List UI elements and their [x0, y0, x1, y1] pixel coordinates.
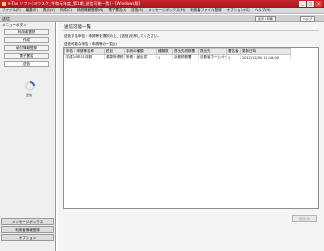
send-button[interactable]: 送信(S): [292, 215, 317, 222]
table-row[interactable]: 平成24年11月期 源泉所得税 申請・届出書 1 京都税務署 法務省ホームページ…: [64, 54, 291, 60]
menu-user-file[interactable]: 利用者ファイル登録: [190, 8, 222, 13]
menu-options[interactable]: オプション(O): [227, 8, 250, 13]
main-panel: 送信可能一覧 送信する申告・申請等を選択の上、[送信]を押してください。 送信可…: [58, 22, 324, 251]
sidebar-header: メニューボタン: [2, 23, 27, 27]
menu-signature[interactable]: 電子署名(I): [108, 8, 126, 13]
menu-create[interactable]: 作成(C): [60, 8, 72, 13]
sidebar-item-create[interactable]: 作成: [4, 37, 49, 43]
section-bar: 送信 表示 / 印刷 ヘルプ: [0, 15, 324, 22]
app-icon: [2, 2, 6, 6]
menu-send[interactable]: 送信(S): [131, 8, 143, 13]
instruction-text: 送信する申告・申請等を選択の上、[送信]を押してください。: [64, 34, 162, 38]
table-cell: 京都税務署: [172, 54, 199, 60]
table-cell: 法務省ホームページ: [198, 54, 227, 60]
table-cell: 平成24年11月期: [64, 54, 105, 60]
maximize-button[interactable]: □: [307, 1, 314, 7]
menu-bar: ファイル(F) 編集(E) 表示(V) 作成(C) 納税情報登録(N) 電子署名…: [0, 8, 324, 14]
options-button[interactable]: オプション: [1, 234, 54, 241]
sidebar-item-signature[interactable]: 電子署名: [4, 53, 49, 59]
table-cell: 1: [226, 54, 241, 60]
user-info-button[interactable]: 利用者情報登録: [1, 226, 54, 233]
column-header[interactable]: 署名者: [226, 48, 241, 55]
sidebar-item-user-select[interactable]: 利用者選択: [4, 29, 49, 35]
close-button[interactable]: ×: [315, 1, 322, 7]
title-bar: e-Tax ソフト(ヨウスケ_令和元年度_第1期_送信可能一覧) - [Wind…: [0, 0, 324, 8]
menu-file[interactable]: ファイル(F): [2, 8, 21, 13]
column-header[interactable]: 提出先税務署: [172, 48, 199, 55]
sidebar: メニューボタン 利用者選択 作成 納付情報登録 電子署名 送信 送信 メッセージ…: [0, 22, 56, 251]
window-controls: _ □ ×: [299, 1, 322, 7]
sidebar-item-payment[interactable]: 納付情報登録: [4, 45, 49, 51]
table-cell: 申請・届出書: [124, 54, 157, 60]
title-divider: [63, 30, 319, 31]
window-title: e-Tax ソフト(ヨウスケ_令和元年度_第1期_送信可能一覧) - [Wind…: [8, 1, 141, 6]
messagebox-button[interactable]: メッセージボックス: [1, 218, 54, 225]
minimize-button[interactable]: _: [299, 1, 306, 7]
table-cell: 2012/12/05 11:16:00: [240, 54, 291, 60]
menu-view[interactable]: 表示(V): [43, 8, 55, 13]
table-cell: 1: [156, 54, 173, 60]
busy-label: 送信: [26, 93, 33, 97]
menu-help[interactable]: ヘルプ(H): [255, 8, 271, 13]
sidebar-item-send[interactable]: 送信: [4, 61, 49, 67]
send-list-table[interactable]: 申告・申請等名称 税目 手続の種類 種類数 提出先税務署 提出先 署名者 更新日…: [63, 47, 319, 209]
menu-edit[interactable]: 編集(E): [26, 8, 38, 13]
menu-payment[interactable]: 納税情報登録(N): [77, 8, 103, 13]
menu-messagebox[interactable]: メッセージボックス(M): [148, 8, 185, 13]
loading-spinner-icon: [25, 81, 35, 91]
table-cell: 源泉所得税: [104, 54, 125, 60]
